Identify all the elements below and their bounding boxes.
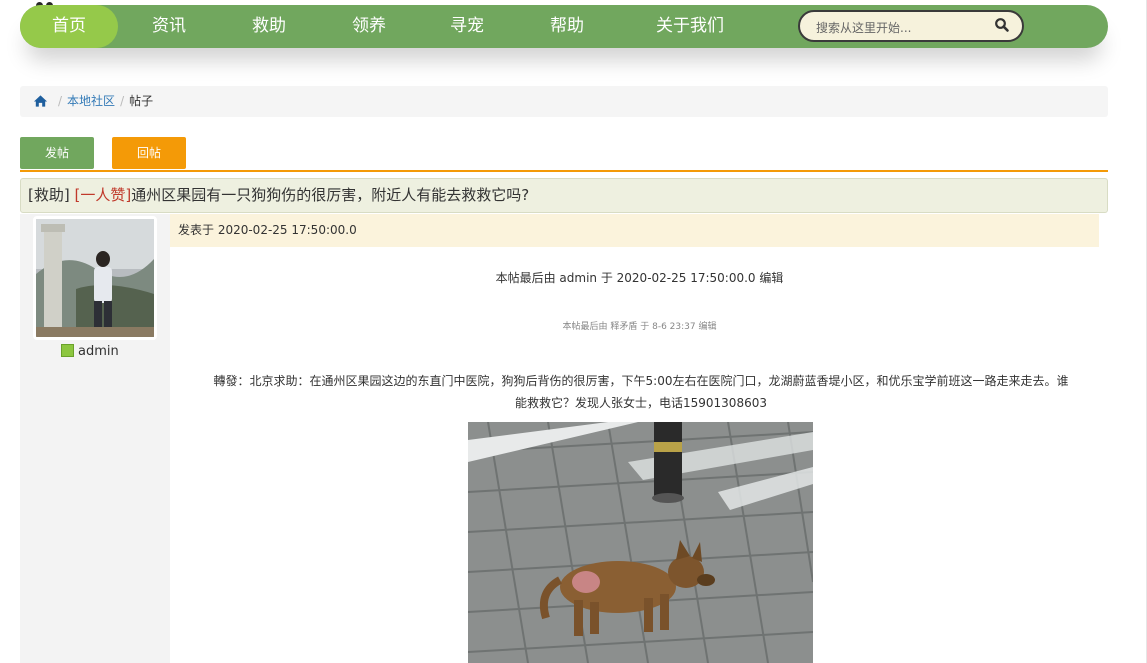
new-post-button[interactable]: 发帖 xyxy=(20,137,94,169)
thread-title: [救助] [一人赞]通州区果园有一只狗狗伤的很厉害，附近人有能去救救它吗? xyxy=(20,178,1108,213)
breadcrumb-current: 帖子 xyxy=(129,94,154,108)
breadcrumb-separator: / xyxy=(120,94,125,108)
post-content: 发表于 2020-02-25 17:50:00.0 本帖最后由 admin 于 … xyxy=(170,214,1099,663)
search-box xyxy=(798,10,1024,42)
nav-item-rescue[interactable]: 救助 xyxy=(232,5,306,48)
thread-title-text: 通州区果园有一只狗狗伤的很厉害，附近人有能去救救它吗? xyxy=(131,186,530,204)
breadcrumb-community-link[interactable]: 本地社区 xyxy=(67,94,115,108)
quoted-edit-note: 本帖最后由 释矛盾 于 8-6 23:37 编辑 xyxy=(562,322,717,332)
post-body-line: 轉發：北京求助：在通州区果园这边的东直门中医院，狗狗后背伤的很厉害，下午5:00… xyxy=(213,374,1069,388)
user-icon xyxy=(61,344,74,357)
nav-item-home[interactable]: 首页 xyxy=(20,5,118,48)
reply-button[interactable]: 回帖 xyxy=(112,137,186,169)
nav-item-adopt[interactable]: 领养 xyxy=(332,5,406,48)
breadcrumb: / 本地社区 / 帖子 xyxy=(20,86,1108,117)
site-logo[interactable] xyxy=(36,0,62,9)
avatar[interactable] xyxy=(33,216,157,340)
thread-tag: [一人赞] xyxy=(74,186,132,204)
search-input[interactable] xyxy=(814,18,988,38)
home-icon[interactable] xyxy=(33,94,48,108)
author-name-text: admin xyxy=(78,344,119,359)
dog-photo xyxy=(468,422,813,663)
thread-category: [救助] xyxy=(28,186,70,204)
avatar-photo xyxy=(36,219,154,337)
post-body: 轉發：北京求助：在通州区果园这边的东直门中医院，狗狗后背伤的很厉害，下午5:00… xyxy=(182,370,1100,414)
breadcrumb-trail: / 本地社区 / 帖子 xyxy=(53,86,153,117)
breadcrumb-separator: / xyxy=(58,94,63,108)
author-panel: admin xyxy=(20,214,170,663)
post-date: 发表于 2020-02-25 17:50:00.0 xyxy=(170,214,1099,247)
author-name[interactable]: admin xyxy=(61,344,119,360)
nav-item-about[interactable]: 关于我们 xyxy=(635,5,745,48)
edit-note: 本帖最后由 admin 于 2020-02-25 17:50:00.0 编辑 xyxy=(495,271,784,285)
search-icon[interactable] xyxy=(994,17,1010,33)
post-body-line: 能救救它？发现人张女士，电话15901308603 xyxy=(515,396,767,410)
nav-item-find-pet[interactable]: 寻宠 xyxy=(430,5,504,48)
post-image[interactable] xyxy=(468,422,813,663)
nav-item-help[interactable]: 帮助 xyxy=(530,5,604,48)
divider xyxy=(20,170,1108,172)
main-navbar: 首页 资讯 救助 领养 寻宠 帮助 关于我们 xyxy=(20,5,1108,48)
nav-item-news[interactable]: 资讯 xyxy=(132,5,206,48)
